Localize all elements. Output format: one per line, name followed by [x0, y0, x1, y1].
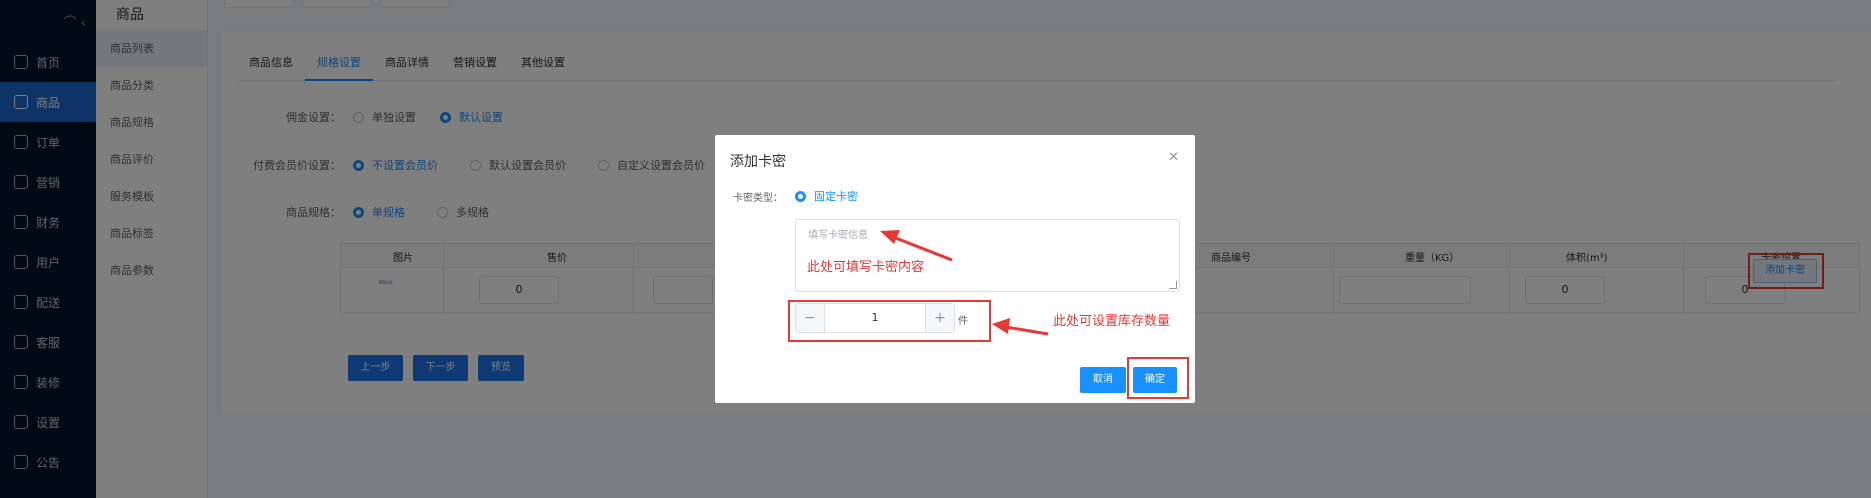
annotation-arrows	[880, 230, 1049, 336]
arrow-to-textarea	[880, 230, 953, 262]
arrow-to-stepper	[992, 318, 1049, 336]
